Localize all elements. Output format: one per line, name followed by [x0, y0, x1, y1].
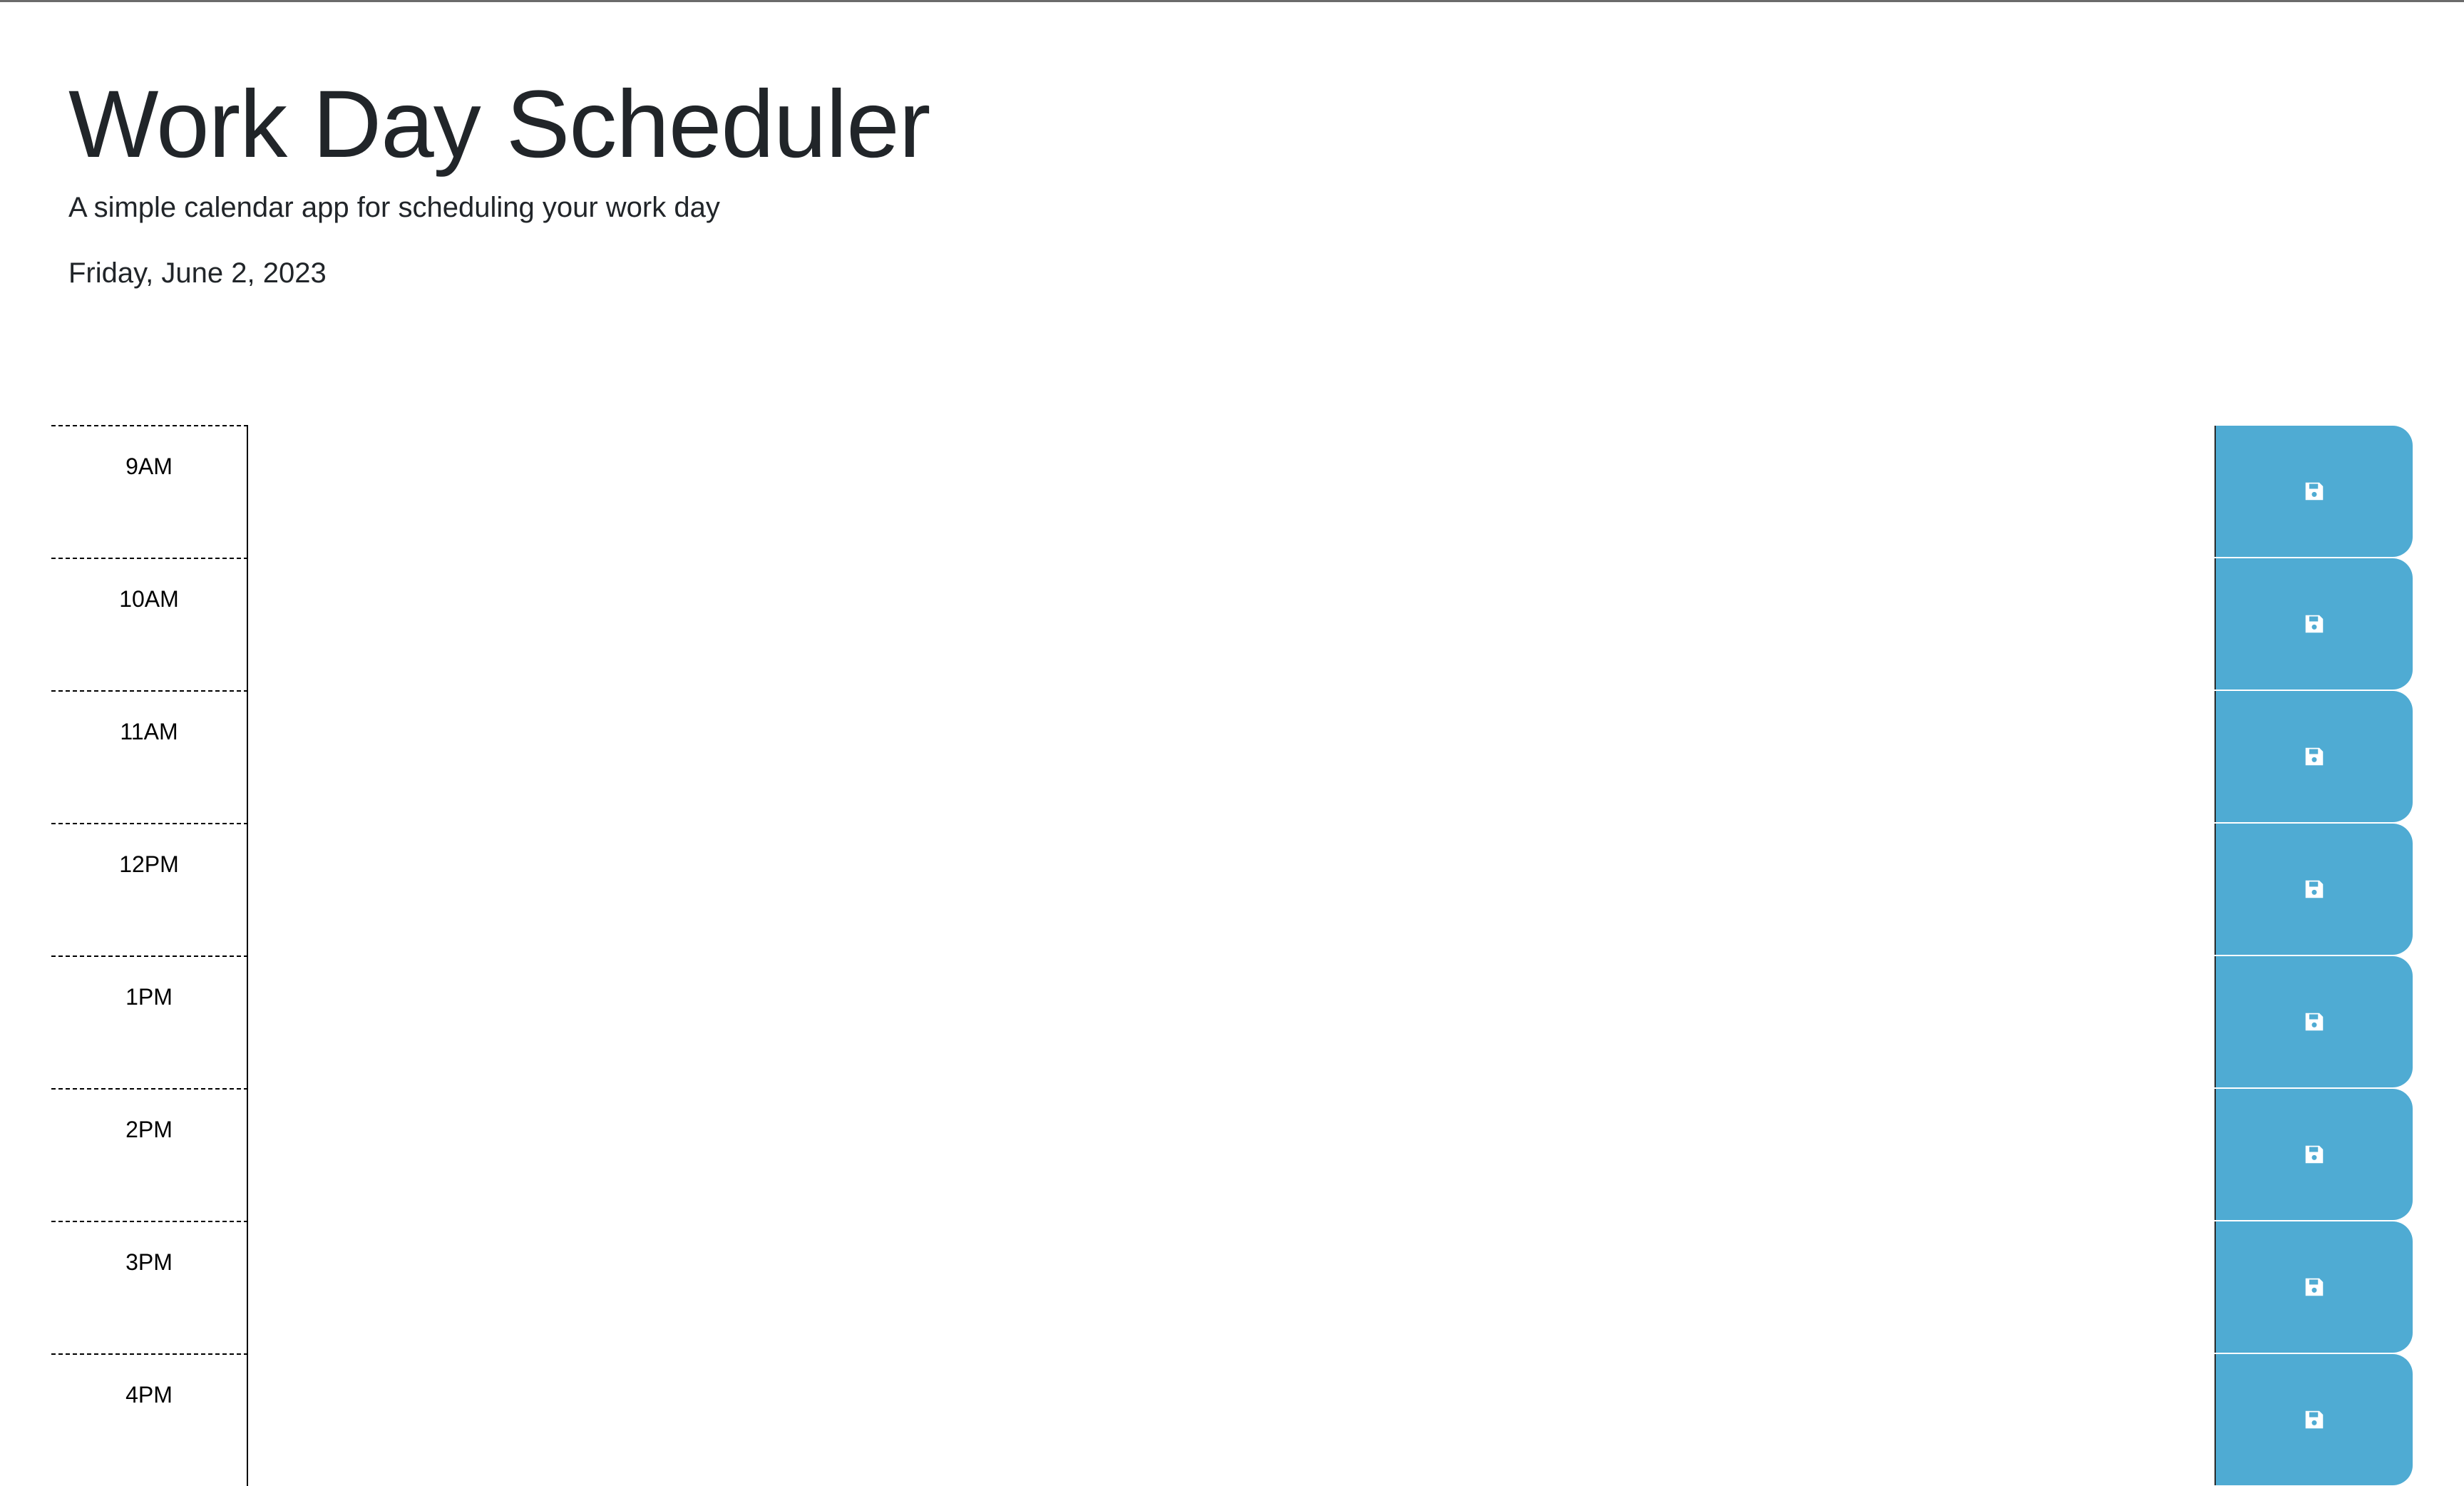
hour-label: 3PM — [51, 1221, 248, 1353]
page-title: Work Day Scheduler — [68, 71, 930, 178]
time-block: 10AM — [51, 558, 2413, 690]
event-description-input[interactable] — [248, 425, 2214, 558]
save-button[interactable] — [2214, 1089, 2413, 1220]
save-icon — [2305, 1410, 2324, 1429]
hour-label: 9AM — [51, 425, 248, 558]
time-block: 11AM — [51, 690, 2413, 823]
time-block: 3PM — [51, 1221, 2413, 1353]
hour-label: 10AM — [51, 558, 248, 690]
current-date: Friday, June 2, 2023 — [68, 257, 327, 289]
event-description-input[interactable] — [248, 690, 2214, 823]
hour-label: 12PM — [51, 823, 248, 955]
event-description-input[interactable] — [248, 823, 2214, 955]
time-block: 9AM — [51, 425, 2413, 558]
save-icon — [2305, 880, 2324, 898]
time-block: 12PM — [51, 823, 2413, 955]
hour-label: 4PM — [51, 1353, 248, 1486]
save-icon — [2305, 1013, 2324, 1031]
event-description-input[interactable] — [248, 1221, 2214, 1353]
save-icon — [2305, 482, 2324, 501]
hour-label: 1PM — [51, 955, 248, 1088]
save-icon — [2305, 747, 2324, 766]
event-description-input[interactable] — [248, 1088, 2214, 1221]
save-icon — [2305, 1145, 2324, 1164]
page-header: Work Day Scheduler A simple calendar app… — [68, 64, 930, 291]
event-description-input[interactable] — [248, 1353, 2214, 1486]
save-button[interactable] — [2214, 1354, 2413, 1485]
save-button[interactable] — [2214, 824, 2413, 955]
save-button[interactable] — [2214, 1221, 2413, 1353]
save-icon — [2305, 615, 2324, 633]
save-icon — [2305, 1278, 2324, 1296]
time-block: 1PM — [51, 955, 2413, 1088]
event-description-input[interactable] — [248, 558, 2214, 690]
event-description-input[interactable] — [248, 955, 2214, 1088]
time-block: 2PM — [51, 1088, 2413, 1221]
save-button[interactable] — [2214, 426, 2413, 557]
save-button[interactable] — [2214, 956, 2413, 1087]
hour-label: 11AM — [51, 690, 248, 823]
save-button[interactable] — [2214, 691, 2413, 822]
time-block-list: 9AM 10AM 11AM 12PM 1PM 2PM 3PM 4PM — [51, 425, 2413, 1486]
page-subtitle: A simple calendar app for scheduling you… — [68, 192, 720, 223]
time-block: 4PM — [51, 1353, 2413, 1486]
top-border — [0, 0, 2464, 2]
hour-label: 2PM — [51, 1088, 248, 1221]
save-button[interactable] — [2214, 558, 2413, 690]
